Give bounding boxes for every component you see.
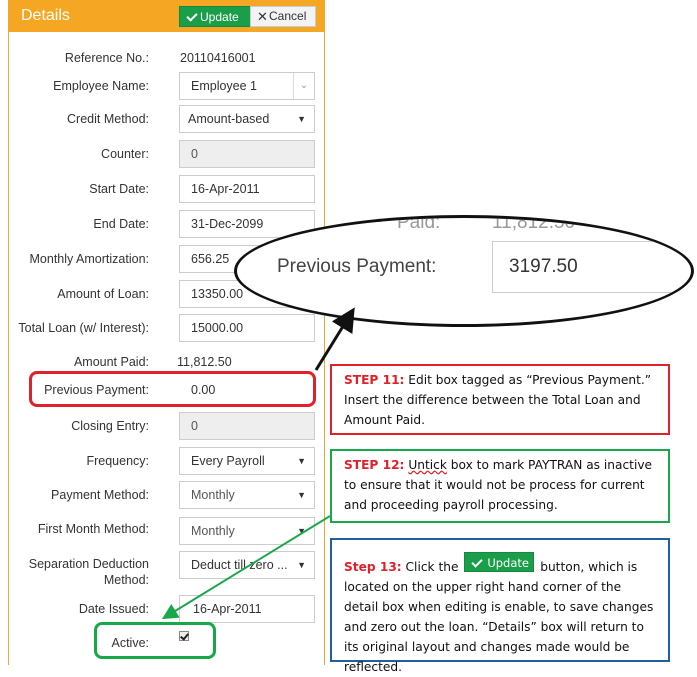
step-13-update-label: Update [487, 556, 529, 570]
step-13-number: Step 13: [344, 560, 402, 574]
step-13-update-button: Update [464, 552, 535, 572]
step-12-number: STEP 12: [344, 458, 405, 472]
step-12-underlined: Untick [408, 458, 447, 472]
step-12-box: STEP 12: Untick box to mark PAYTRAN as i… [330, 449, 670, 523]
step-11-box: STEP 11: Edit box tagged as “Previous Pa… [330, 364, 670, 435]
active-arrow [161, 515, 331, 620]
step-13-text-before: Click the [401, 560, 463, 574]
step-13-text-after: button, which is located on the upper ri… [344, 560, 654, 674]
step-11-number: STEP 11: [344, 373, 405, 387]
check-icon [471, 556, 484, 568]
step-13-box: Step 13: Click the Update button, which … [330, 538, 670, 674]
zoom-arrow [314, 307, 355, 371]
